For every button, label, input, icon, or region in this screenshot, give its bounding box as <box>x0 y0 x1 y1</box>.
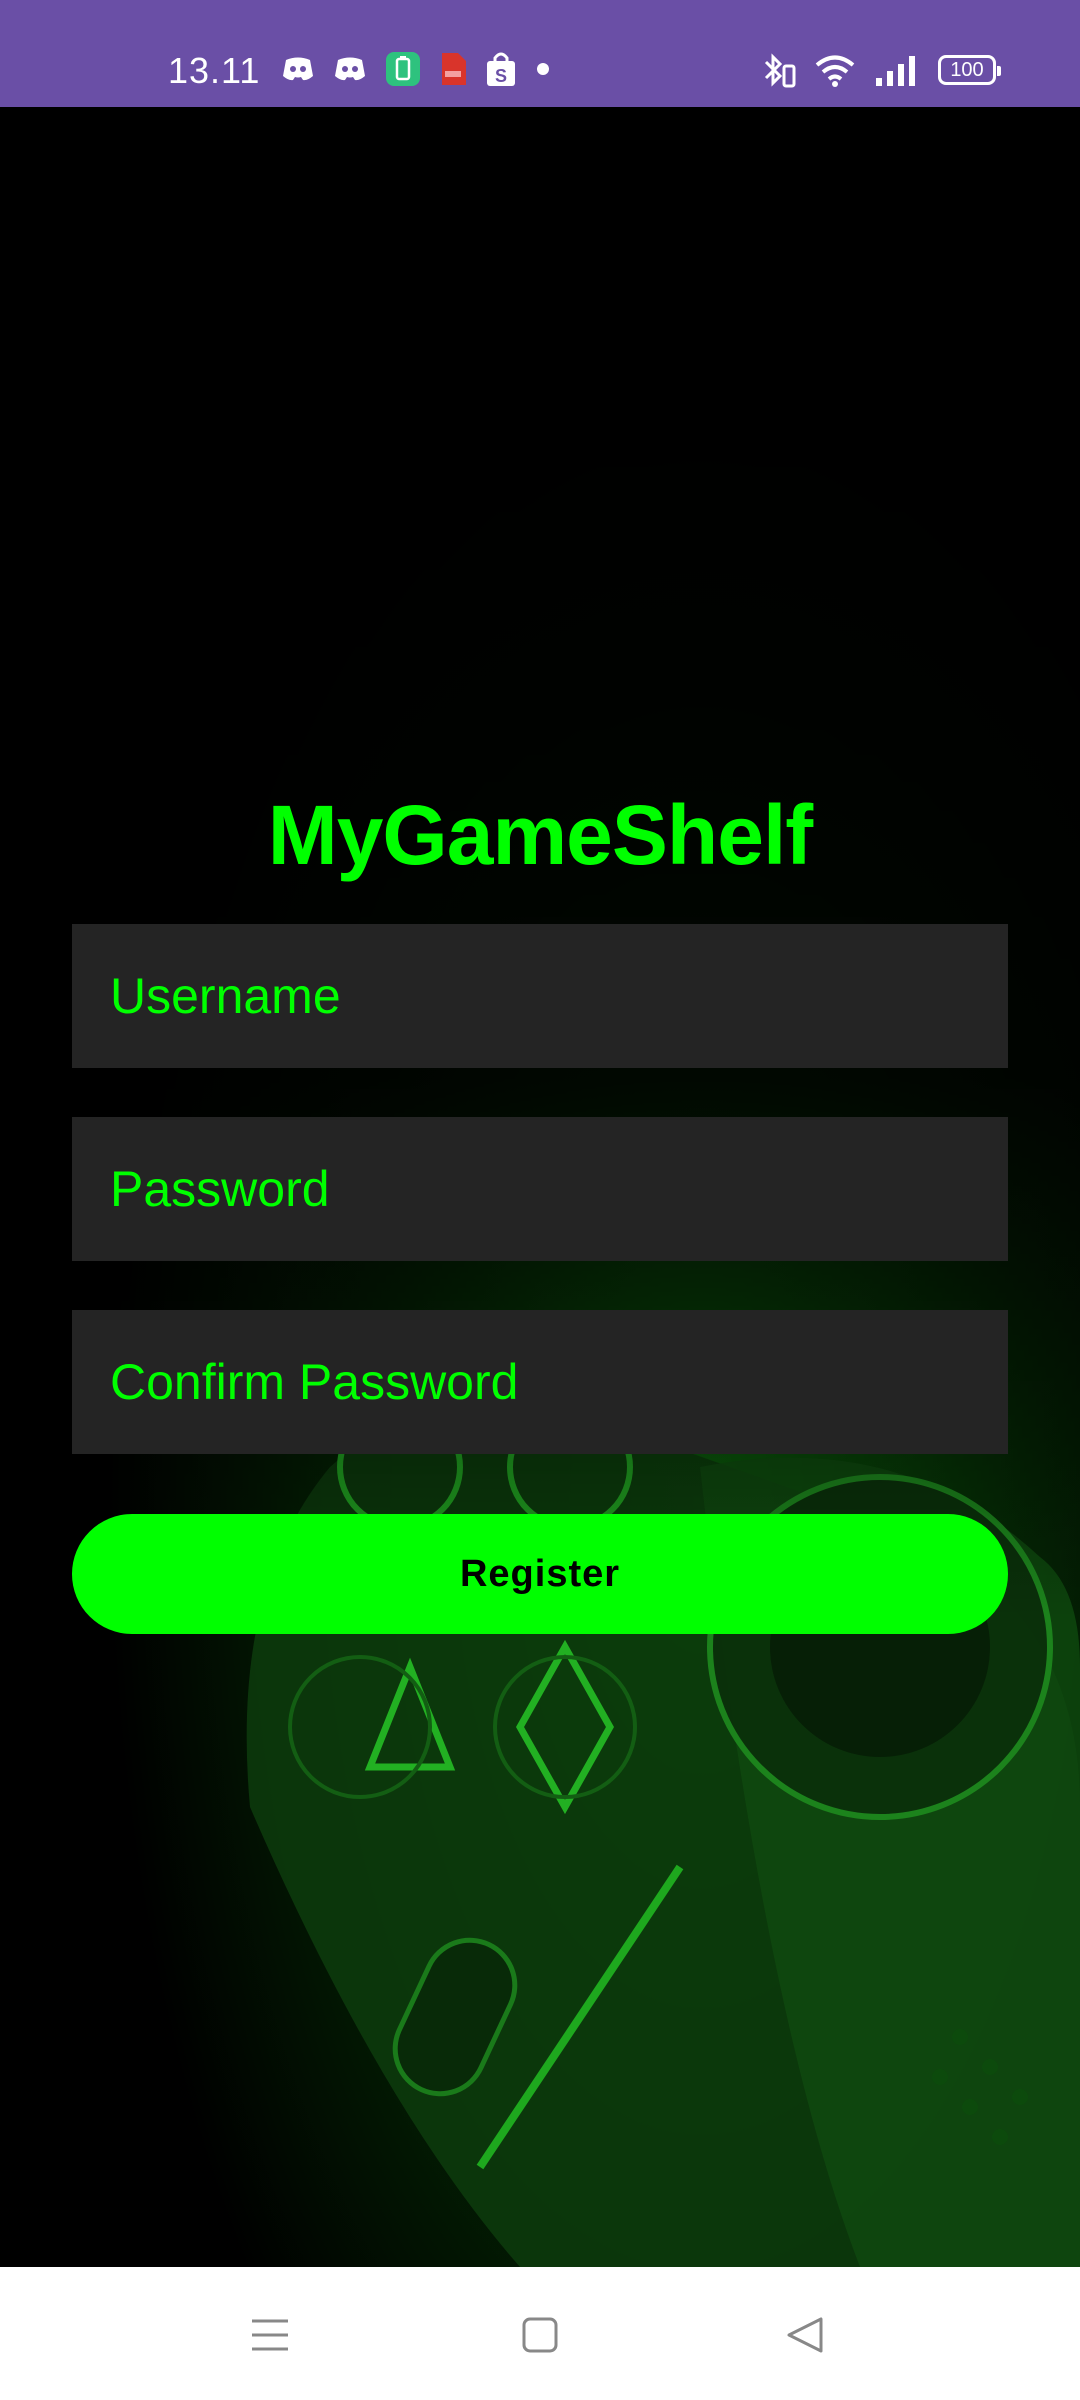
home-icon <box>522 2317 558 2353</box>
signal-icon <box>876 56 915 86</box>
menu-icon <box>252 2319 288 2351</box>
dot-icon <box>537 63 549 75</box>
battery-saver-icon <box>386 52 420 86</box>
discord-icon <box>335 57 365 81</box>
username-input[interactable] <box>108 966 1008 1026</box>
confirm-password-field[interactable] <box>72 1310 1008 1454</box>
confirm-password-input[interactable] <box>108 1352 1008 1412</box>
bluetooth-icon <box>764 53 796 88</box>
status-time: 13.11 <box>168 50 261 91</box>
register-button[interactable]: Register <box>72 1514 1008 1634</box>
svg-text:S: S <box>495 66 507 86</box>
app-title: MyGameShelf <box>267 788 814 882</box>
discord-icon <box>283 57 313 81</box>
shopping-bag-icon: S <box>487 52 515 86</box>
menu-button[interactable] <box>240 2305 300 2365</box>
register-screen: MyGameShelf Register <box>0 107 1080 2267</box>
back-icon <box>787 2317 823 2353</box>
back-button[interactable] <box>775 2305 835 2365</box>
notification-icons: S <box>282 52 550 86</box>
status-bar: 13.11 S 100 <box>0 0 1080 107</box>
battery-level: 100 <box>950 58 984 81</box>
home-button[interactable] <box>510 2305 570 2365</box>
password-input[interactable] <box>108 1159 1008 1219</box>
navigation-bar <box>0 2267 1080 2400</box>
username-field[interactable] <box>72 924 1008 1068</box>
wifi-icon <box>815 55 855 87</box>
password-field[interactable] <box>72 1117 1008 1261</box>
system-icons: 100 <box>762 52 1001 88</box>
pdf-app-icon <box>442 53 466 85</box>
battery-icon: 100 <box>938 55 1001 85</box>
